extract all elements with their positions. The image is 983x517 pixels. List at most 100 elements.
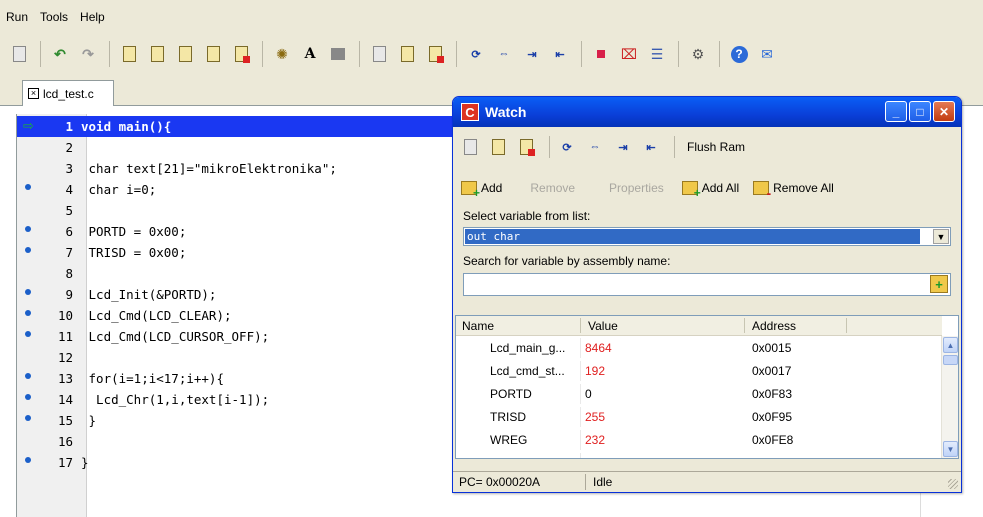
close-tab-icon[interactable]: ×	[28, 88, 39, 99]
open-project-icon[interactable]	[202, 43, 224, 65]
close-project-icon[interactable]	[230, 43, 252, 65]
watch-step-out-icon[interactable]: ⇤	[640, 136, 662, 158]
list-icon[interactable]: ☰	[646, 43, 668, 65]
program-counter: PC= 0x00020A	[459, 475, 541, 489]
remove-all-button[interactable]: Remove All	[753, 181, 834, 201]
line-number: 8	[65, 266, 73, 281]
variable-address: 0x0F83	[752, 387, 793, 401]
debug-doc2-icon[interactable]	[396, 43, 418, 65]
table-row[interactable]: Lcd_main_g... 8464 0x0015	[456, 337, 942, 360]
tab-lcd-test[interactable]: × lcd_test.c	[22, 80, 114, 106]
save-icon[interactable]	[8, 43, 30, 65]
variable-select[interactable]: out char ▼	[463, 227, 951, 246]
variable-value[interactable]: 8464	[585, 341, 612, 355]
help-icon[interactable]: ?	[728, 43, 750, 65]
breakpoint-marker-icon[interactable]	[25, 247, 31, 253]
code-text: Lcd_Chr(1,i,text[i-1]);	[81, 392, 270, 407]
toolbar-separator	[359, 41, 360, 67]
assembly-name-search-input[interactable]: +	[463, 273, 951, 296]
terminal-icon[interactable]	[327, 43, 349, 65]
variable-value[interactable]: 192	[585, 364, 605, 378]
watch-table-scrollbar[interactable]: ▲ ▼	[941, 336, 958, 458]
redo-icon[interactable]: ↷	[77, 43, 99, 65]
variable-value[interactable]: 0	[585, 387, 592, 401]
watch-doc-icon[interactable]	[459, 136, 481, 158]
add-search-result-icon[interactable]: +	[930, 275, 948, 293]
watch-doc2-icon[interactable]	[487, 136, 509, 158]
watch-window: C Watch _ □ ✕ ⟳ ⇔ ⇥ ⇤ Flush Ram Add Remo…	[452, 96, 962, 493]
column-header-name[interactable]: Name	[462, 319, 494, 333]
variable-address: 0x0FE8	[752, 433, 794, 447]
undo-icon[interactable]: ↶	[49, 43, 71, 65]
maximize-button[interactable]: □	[909, 101, 931, 122]
menu-bar: Run Tools Help	[0, 0, 983, 34]
table-row[interactable]: PORTD 0 0x0F83	[456, 383, 942, 406]
scroll-down-icon[interactable]: ▼	[943, 441, 958, 457]
breakpoint-marker-icon[interactable]	[25, 184, 31, 190]
run-icon[interactable]: ⟳	[465, 43, 487, 65]
watch-step-into-icon[interactable]: ⇥	[612, 136, 634, 158]
menu-tools[interactable]: Tools	[40, 10, 68, 24]
code-text: char i=0;	[81, 182, 157, 197]
code-text: char text[21]="mikroElektronika";	[81, 161, 337, 176]
watch-step-over-icon[interactable]: ⇔	[584, 136, 606, 158]
options-icon[interactable]: ⚙	[687, 43, 709, 65]
line-number: 13	[57, 371, 73, 386]
variable-value[interactable]: 255	[585, 410, 605, 424]
remove-button[interactable]: Remove	[530, 181, 575, 195]
execution-point-icon: ⇨	[23, 119, 34, 134]
copy-icon[interactable]	[118, 43, 140, 65]
chevron-down-icon[interactable]: ▼	[933, 229, 949, 244]
variable-name: Lcd_main_g...	[490, 341, 566, 355]
breakpoint-marker-icon[interactable]	[25, 226, 31, 232]
clear-breakpoints-icon[interactable]: ⌧	[618, 43, 640, 65]
build-icon[interactable]: ✺	[271, 43, 293, 65]
table-row[interactable]: Lcd_cmd_st... 192 0x0017	[456, 360, 942, 383]
close-button[interactable]: ✕	[933, 101, 955, 122]
table-row[interactable]: WREG 232 0x0FE8	[456, 429, 942, 452]
watch-stop-doc-icon[interactable]	[515, 136, 537, 158]
properties-button[interactable]: Properties	[609, 181, 664, 195]
breakpoint-marker-icon[interactable]	[25, 415, 31, 421]
breakpoint-marker-icon[interactable]	[25, 394, 31, 400]
scroll-up-icon[interactable]: ▲	[943, 337, 958, 353]
step-out-icon[interactable]: ⇤	[549, 43, 571, 65]
menu-run[interactable]: Run	[6, 10, 28, 24]
step-over-icon[interactable]: ⇔	[493, 43, 515, 65]
breakpoint-marker-icon[interactable]	[25, 289, 31, 295]
new-project-icon[interactable]	[174, 43, 196, 65]
variable-name: PORTD	[490, 387, 532, 401]
minimize-button[interactable]: _	[885, 101, 907, 122]
column-header-address[interactable]: Address	[752, 319, 796, 333]
about-icon[interactable]: ✉	[756, 43, 778, 65]
breakpoint-marker-icon[interactable]	[25, 373, 31, 379]
breakpoint-marker-icon[interactable]	[25, 310, 31, 316]
menu-help[interactable]: Help	[80, 10, 105, 24]
watch-run-icon[interactable]: ⟳	[556, 136, 578, 158]
variable-value[interactable]: 18	[585, 456, 598, 458]
line-number: 7	[65, 245, 73, 260]
variable-value[interactable]: 232	[585, 433, 605, 447]
breakpoint-marker-icon[interactable]	[25, 457, 31, 463]
line-number: 14	[57, 392, 73, 407]
line-number: 6	[65, 224, 73, 239]
watch-table-header: Name Value Address	[456, 316, 942, 336]
scroll-thumb[interactable]	[943, 355, 958, 365]
flush-ram-button[interactable]: Flush Ram	[687, 140, 745, 154]
table-row[interactable]: STATUS 18 0x0FD8	[456, 452, 942, 458]
paste-icon[interactable]	[146, 43, 168, 65]
variable-address: 0x0FD8	[752, 456, 794, 458]
step-into-icon[interactable]: ⇥	[521, 43, 543, 65]
resize-grip-icon[interactable]	[948, 479, 958, 489]
table-row[interactable]: TRISD 255 0x0F95	[456, 406, 942, 429]
watch-title-bar[interactable]: C Watch _ □ ✕	[453, 97, 961, 127]
column-header-value[interactable]: Value	[588, 319, 618, 333]
breakpoint-icon[interactable]	[590, 43, 612, 65]
debug-stop-doc-icon[interactable]	[424, 43, 446, 65]
breakpoint-marker-icon[interactable]	[25, 331, 31, 337]
font-icon[interactable]: A	[299, 43, 321, 65]
debug-doc-icon[interactable]	[368, 43, 390, 65]
add-button[interactable]: Add	[461, 181, 502, 200]
code-text: for(i=1;i<17;i++){	[81, 371, 224, 386]
add-all-button[interactable]: Add All	[681, 181, 739, 200]
